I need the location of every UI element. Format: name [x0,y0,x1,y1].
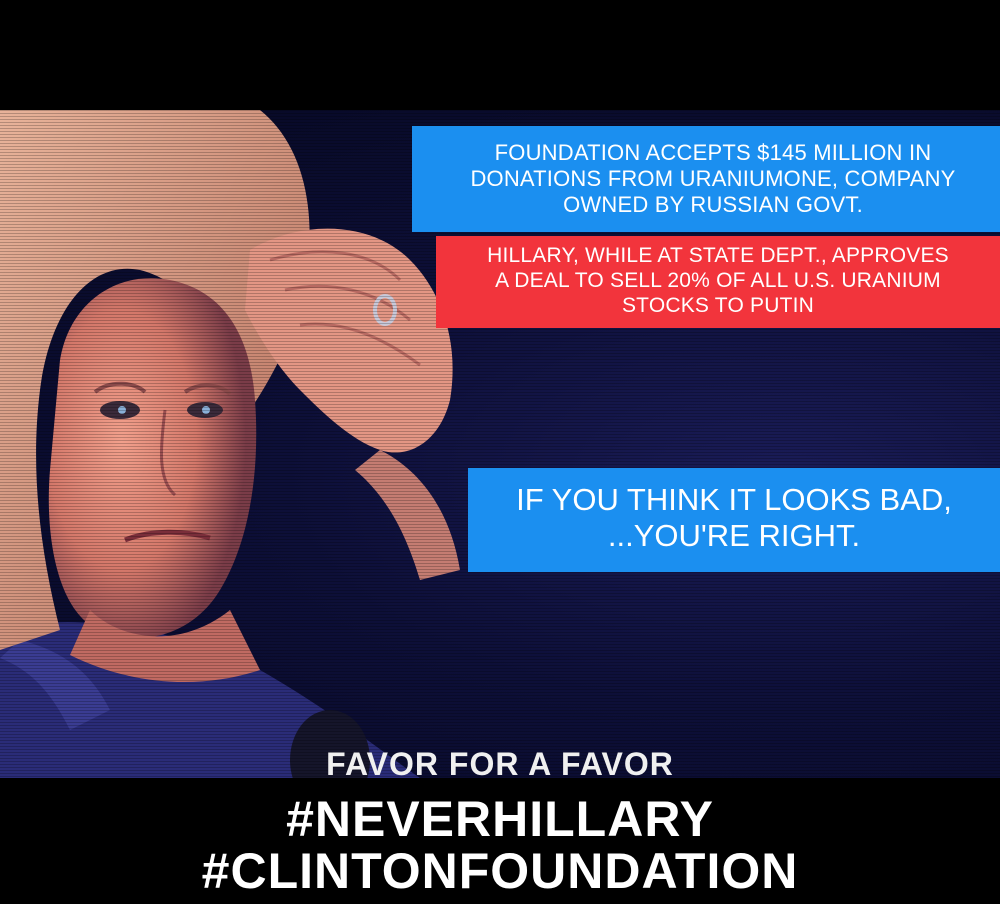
face-shape [48,278,257,639]
hashtag-clinton-foundation: #CLINTONFOUNDATION [201,843,799,899]
hashtag-never-hillary: #NEVERHILLARY [286,791,714,847]
meme-canvas: FOUNDATION ACCEPTS $145 MILLION IN DONAT… [0,0,1000,904]
callout-foundation-donations: FOUNDATION ACCEPTS $145 MILLION IN DONAT… [412,126,1000,232]
portrait-photo: FOUNDATION ACCEPTS $145 MILLION IN DONAT… [0,110,1000,778]
favor-for-a-favor-caption: FAVOR FOR A FAVOR [326,746,674,782]
hand-shape [245,228,453,453]
callout-punchline: IF YOU THINK IT LOOKS BAD, ...YOU'RE RIG… [468,468,1000,572]
callout-uranium-deal: HILLARY, WHILE AT STATE DEPT., APPROVES … [436,236,1000,328]
